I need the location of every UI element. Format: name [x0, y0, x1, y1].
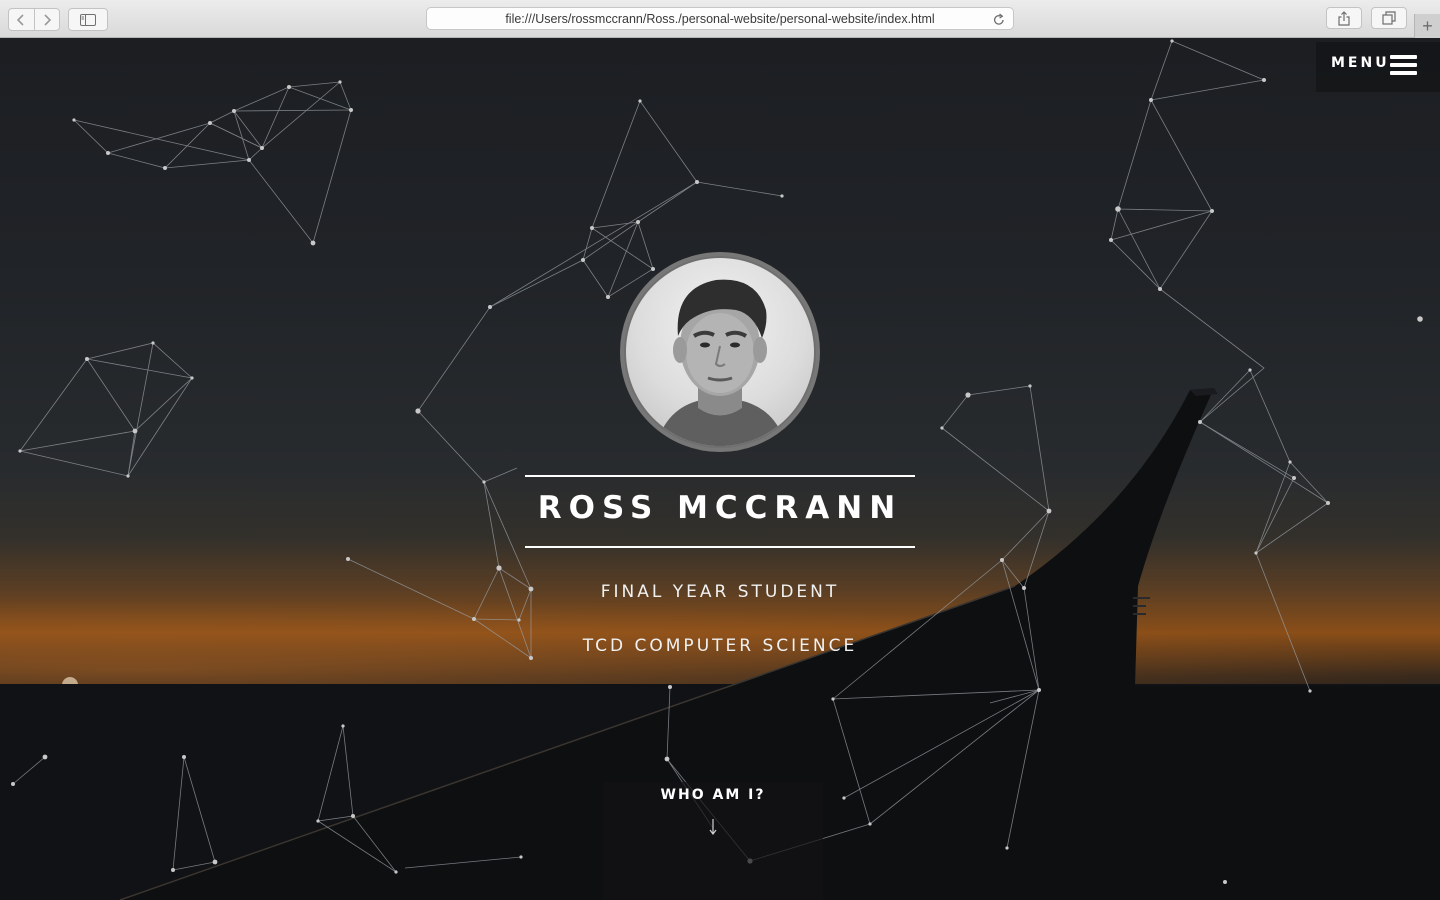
particle-network [11, 39, 1423, 884]
share-button[interactable] [1326, 7, 1362, 29]
sidebar-button[interactable] [68, 8, 108, 31]
who-am-i-label[interactable]: WHO AM I? [603, 787, 823, 803]
new-tab-label: + [1422, 15, 1433, 36]
back-icon [17, 13, 24, 26]
reload-button[interactable] [991, 11, 1007, 27]
share-icon [1338, 10, 1350, 26]
hero-subtitle-course: TCD COMPUTER SCIENCE [582, 636, 858, 656]
browser-toolbar: file:///Users/rossmccrann/Ross./personal… [0, 0, 1440, 38]
name-rule-bottom [525, 546, 915, 548]
chevron-down-icon[interactable] [707, 818, 719, 836]
address-bar[interactable]: file:///Users/rossmccrann/Ross./personal… [426, 7, 1014, 30]
name-rule-top [525, 475, 915, 477]
menu-label[interactable]: MENU [1331, 55, 1390, 71]
hamburger-icon[interactable] [1390, 55, 1417, 75]
back-button[interactable] [9, 9, 34, 30]
forward-button[interactable] [33, 9, 60, 30]
hero-subtitle-role: FINAL YEAR STUDENT [600, 582, 840, 602]
avatar-photo [626, 258, 814, 446]
sidebar-icon [80, 13, 96, 26]
new-tab-button[interactable]: + [1414, 14, 1440, 38]
hero-section: MENU ROSS MCCRANN FINAL YEAR STUDENT TCD… [0, 38, 1440, 900]
avatar [620, 252, 820, 452]
show-tabs-button[interactable] [1371, 7, 1407, 29]
forward-icon [44, 13, 51, 26]
hero-name: ROSS MCCRANN [537, 490, 903, 526]
reload-icon [993, 12, 1004, 25]
portrait-image [656, 279, 786, 446]
history-nav [8, 8, 60, 31]
tabs-icon [1382, 11, 1396, 25]
url-text: file:///Users/rossmccrann/Ross./personal… [505, 11, 935, 26]
